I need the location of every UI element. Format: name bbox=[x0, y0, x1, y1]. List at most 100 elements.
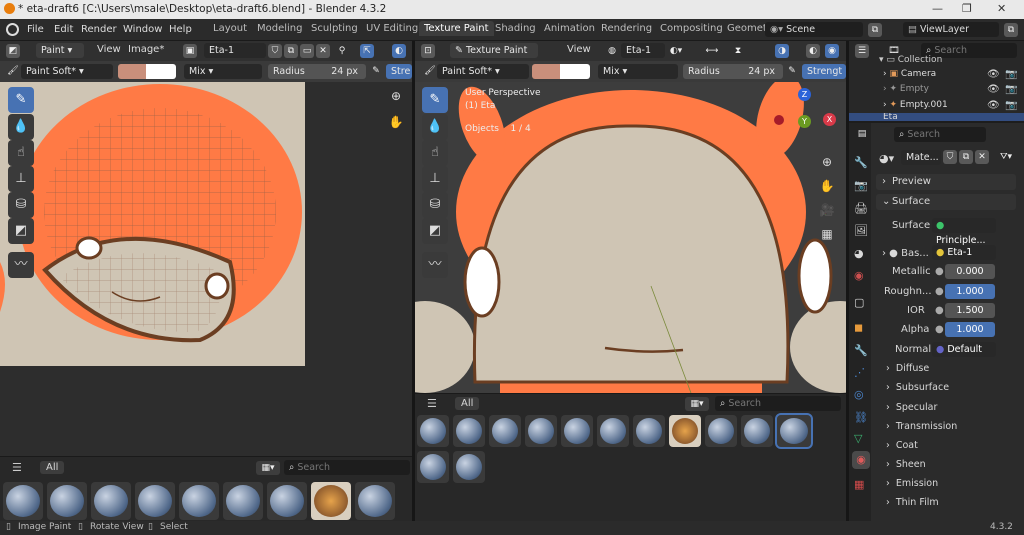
visibility-eye-icon[interactable]: 👁 bbox=[987, 69, 1000, 80]
menu-window[interactable]: Window bbox=[123, 24, 162, 35]
object-name-field[interactable]: Eta-1 bbox=[621, 43, 665, 58]
brush-color-swatch[interactable] bbox=[118, 64, 146, 79]
pin-icon[interactable]: ⚲ bbox=[335, 44, 349, 58]
brush-thumb[interactable] bbox=[267, 482, 307, 520]
viewport-shading-icon[interactable]: ◐ bbox=[806, 44, 820, 58]
shelf-display-icon[interactable]: ▦▾ bbox=[256, 461, 280, 475]
ior-field[interactable]: 1.500 bbox=[945, 303, 995, 318]
brush-thumb[interactable] bbox=[311, 482, 351, 520]
gizmo-y-axis[interactable]: Y bbox=[798, 115, 811, 128]
world-tab-icon[interactable]: ◉ bbox=[854, 269, 864, 282]
new-scene-icon[interactable]: ⧉ bbox=[868, 23, 882, 37]
shelf-menu-icon[interactable]: ☰ bbox=[12, 461, 22, 474]
properties-search-input[interactable]: ⌕ Search bbox=[894, 127, 986, 142]
vp-brush-thumb[interactable] bbox=[417, 415, 449, 447]
material-fake-user-icon[interactable]: ⛉ bbox=[943, 150, 957, 164]
smear-tool-icon[interactable]: ☝ bbox=[8, 140, 34, 166]
strength-field[interactable]: Stre bbox=[386, 64, 412, 79]
mask-tool-icon[interactable]: ◩ bbox=[8, 218, 34, 244]
soften-tool-icon[interactable]: 💧 bbox=[8, 114, 34, 140]
radius-field[interactable]: Radius 24 px bbox=[268, 64, 366, 79]
viewport-canvas[interactable]: User Perspective (1) Eta Objects 1 / 4 ✎… bbox=[415, 82, 846, 393]
roughness-field[interactable]: 1.000 bbox=[945, 284, 995, 299]
brush-thumb[interactable] bbox=[91, 482, 131, 520]
material-duplicate-icon[interactable]: ⧉ bbox=[959, 150, 973, 164]
render-camera-icon[interactable]: 📷 bbox=[1005, 69, 1017, 80]
vp-clone-tool-icon[interactable]: ⊥ bbox=[422, 166, 448, 192]
subpanel-transmission[interactable]: › Transmission bbox=[886, 421, 957, 432]
blender-menu-icon[interactable] bbox=[6, 23, 19, 36]
subpanel-subsurface[interactable]: › Subsurface bbox=[886, 382, 949, 393]
fake-user-icon[interactable]: ⛉ bbox=[268, 44, 282, 58]
vp-soften-tool-icon[interactable]: 💧 bbox=[422, 114, 448, 140]
menu-help[interactable]: Help bbox=[169, 24, 192, 35]
close-icon[interactable]: ✕ bbox=[997, 2, 1006, 15]
gizmo-x-axis[interactable]: X bbox=[823, 113, 836, 126]
maximize-icon[interactable]: ❐ bbox=[962, 2, 972, 15]
tab-uv-editing[interactable]: UV Editing bbox=[366, 23, 418, 34]
tab-layout[interactable]: Layout bbox=[213, 23, 247, 34]
menu-file[interactable]: File bbox=[27, 24, 44, 35]
image-slot-icon[interactable]: ◍ bbox=[605, 44, 619, 58]
viewport-radius-pressure-icon[interactable]: ✎ bbox=[785, 64, 799, 78]
vp-brush-thumb[interactable] bbox=[633, 415, 665, 447]
editor-type-icon[interactable]: ◩ bbox=[6, 44, 20, 58]
pan-hand-icon[interactable]: ✋ bbox=[386, 112, 406, 132]
subpanel-sheen[interactable]: › Sheen bbox=[886, 459, 926, 470]
subpanel-emission[interactable]: › Emission bbox=[886, 478, 938, 489]
unlink-image-icon[interactable]: ✕ bbox=[316, 44, 330, 58]
vp-shelf-menu-icon[interactable]: ☰ bbox=[427, 397, 437, 410]
constraints-tab-icon[interactable]: ⛓ bbox=[854, 411, 868, 424]
navigation-gizmo[interactable]: Z Y X bbox=[785, 88, 841, 154]
image-mode-select[interactable]: Paint ▾ bbox=[36, 43, 84, 58]
brush-thumb[interactable] bbox=[355, 482, 395, 520]
vp-shelf-search-input[interactable]: ⌕ Search bbox=[715, 396, 841, 411]
tool-tab-icon[interactable]: 🔧 bbox=[854, 156, 868, 169]
radius-pressure-icon[interactable]: ✎ bbox=[369, 64, 383, 78]
viewport-overlay-icon[interactable]: ◑ bbox=[775, 44, 789, 58]
modifier-tab-icon[interactable]: 🔧 bbox=[854, 344, 868, 357]
vp-brush-thumb[interactable] bbox=[417, 451, 449, 483]
vp-brush-thumb[interactable] bbox=[705, 415, 737, 447]
draw-tool-icon[interactable]: ✎ bbox=[8, 87, 34, 113]
material-name-field[interactable]: Mate... bbox=[901, 150, 941, 165]
particles-tab-icon[interactable]: ⋰ bbox=[854, 366, 865, 379]
image-menu-view[interactable]: View bbox=[97, 44, 121, 55]
vp-pan-icon[interactable]: ✋ bbox=[817, 176, 837, 196]
properties-type-icon[interactable]: ▤ bbox=[855, 127, 869, 141]
vp-brush-thumb[interactable] bbox=[741, 415, 773, 447]
menu-render[interactable]: Render bbox=[81, 24, 117, 35]
vp-brush-thumb[interactable] bbox=[489, 415, 521, 447]
material-unlink-icon[interactable]: ✕ bbox=[975, 150, 989, 164]
vp-annotate-tool-icon[interactable]: 〰 bbox=[422, 252, 448, 278]
brush-thumb[interactable] bbox=[3, 482, 43, 520]
new-viewlayer-icon[interactable]: ⧉ bbox=[1004, 23, 1018, 37]
tab-shading[interactable]: Shading bbox=[495, 23, 536, 34]
snap-icon[interactable]: ⧗ bbox=[731, 44, 745, 58]
viewport-strength-field[interactable]: Strengt bbox=[802, 64, 846, 79]
brush-thumb[interactable] bbox=[47, 482, 87, 520]
viewport-blend-select[interactable]: Mix ▾ bbox=[598, 64, 678, 79]
collection-tab-icon[interactable]: ▢ bbox=[854, 296, 864, 309]
render-camera-icon[interactable]: 📷 bbox=[1005, 100, 1017, 111]
tab-modeling[interactable]: Modeling bbox=[257, 23, 303, 34]
image-browse-icon[interactable]: ▣ bbox=[183, 44, 197, 58]
surface-panel-header[interactable]: ⌄ Surface bbox=[876, 194, 1016, 210]
brush-settings-icon[interactable]: 🖌 bbox=[6, 64, 20, 78]
vp-smear-tool-icon[interactable]: ☝ bbox=[422, 140, 448, 166]
vp-shelf-tab-all[interactable]: All bbox=[455, 397, 480, 410]
blend-mode-select[interactable]: Mix ▾ bbox=[184, 64, 262, 79]
outliner-item-selected[interactable]: Eta bbox=[849, 113, 1024, 121]
menu-edit[interactable]: Edit bbox=[54, 24, 73, 35]
viewport-radius-field[interactable]: Radius 24 px bbox=[683, 64, 783, 79]
normal-field[interactable]: ● Default bbox=[932, 342, 996, 357]
image-menu-image[interactable]: Image* bbox=[128, 44, 164, 55]
annotate-tool-icon[interactable]: 〰 bbox=[8, 252, 34, 278]
vp-draw-tool-icon[interactable]: ✎ bbox=[422, 87, 448, 113]
duplicate-image-icon[interactable]: ⧉ bbox=[284, 44, 298, 58]
viewport-mode-select[interactable]: ✎ Texture Paint ▾ bbox=[450, 43, 538, 71]
viewport-brush-icon[interactable]: 🖌 bbox=[423, 64, 437, 78]
vp-brush-thumb[interactable] bbox=[453, 451, 485, 483]
preview-panel-header[interactable]: › Preview bbox=[876, 174, 1016, 190]
surface-shader-field[interactable]: ● Principle... bbox=[932, 218, 996, 246]
